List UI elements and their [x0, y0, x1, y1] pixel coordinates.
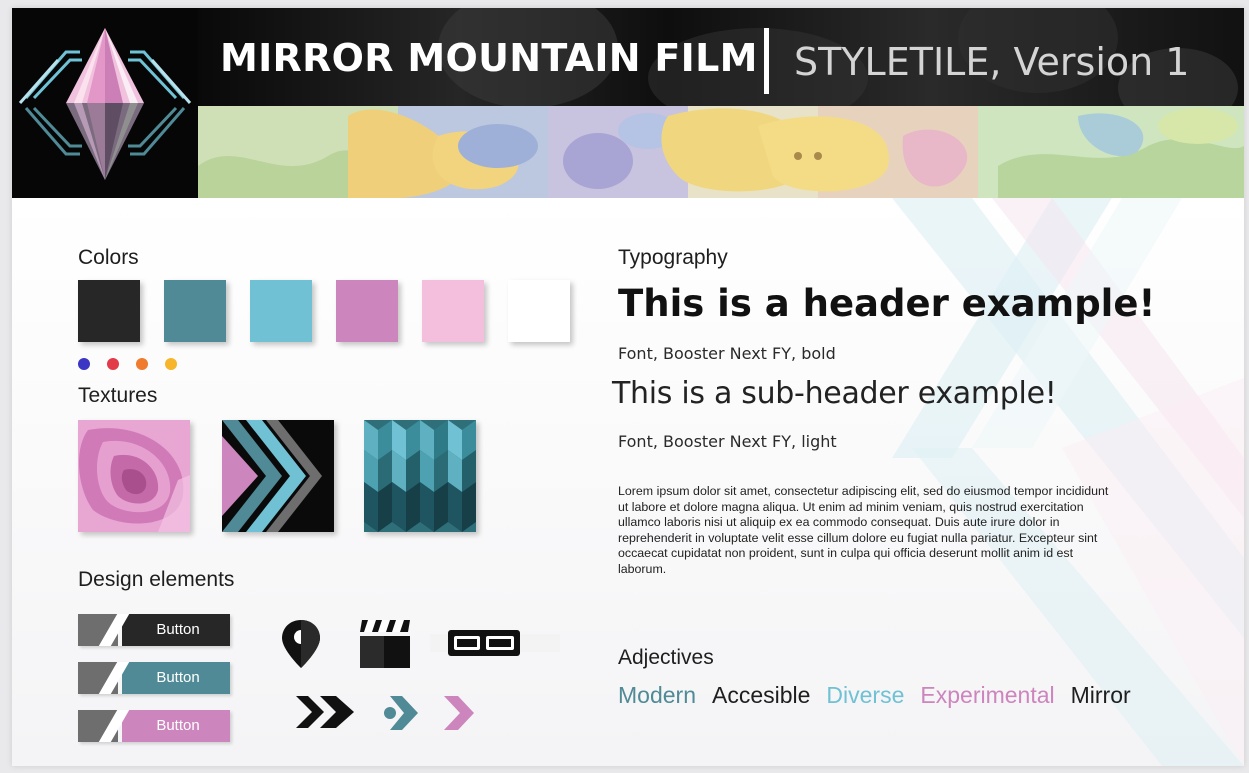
accent-dot: [136, 358, 148, 370]
adjective-word: Modern: [618, 682, 696, 708]
color-swatch: [422, 280, 484, 342]
color-swatch: [164, 280, 226, 342]
adjectives-heading: Adjectives: [618, 646, 714, 669]
button-label: Button: [156, 717, 200, 734]
adjective-word: Experimental: [920, 682, 1055, 708]
button-label: Button: [156, 621, 200, 638]
teal-geometric-texture: [364, 420, 476, 532]
adjective-word: Diverse: [826, 682, 905, 708]
adjective-word: Mirror: [1070, 682, 1131, 708]
location-pin-icon[interactable]: [280, 618, 326, 670]
textures-heading: Textures: [78, 384, 158, 407]
adjective-word: Accesible: [711, 682, 811, 708]
styletile-canvas: MIRROR MOUNTAIN FILM STYLETILE, Version …: [12, 8, 1244, 766]
accent-dot: [107, 358, 119, 370]
pink-chevron-icon[interactable]: [440, 694, 480, 732]
styletile-body: Colors Textures Design elements Button B…: [12, 198, 1244, 766]
accent-dot: [78, 358, 90, 370]
black-chevron-texture: [222, 420, 334, 532]
sample-button[interactable]: Button: [78, 614, 230, 646]
header-divider: [764, 28, 769, 94]
sample-button[interactable]: Button: [78, 662, 230, 694]
accent-dot: [165, 358, 177, 370]
illustration-banner: [198, 106, 1244, 198]
mirror-mountain-logo-icon: [18, 28, 192, 180]
teal-chevron-icon[interactable]: [382, 694, 422, 732]
typography-heading: Typography: [618, 246, 728, 269]
header-example: This is a header example!: [618, 282, 1156, 325]
subheader-font-note: Font, Booster Next FY, light: [618, 432, 837, 451]
sample-button[interactable]: Button: [78, 710, 230, 742]
design-elements-heading: Design elements: [78, 568, 235, 591]
button-label: Button: [156, 669, 200, 686]
styletile-version: STYLETILE, Version 1: [794, 40, 1190, 84]
color-swatch: [78, 280, 140, 342]
color-swatch: [250, 280, 312, 342]
double-chevron-icon[interactable]: [296, 692, 360, 732]
color-swatch: [508, 280, 570, 342]
brand-title: MIRROR MOUNTAIN FILM: [220, 36, 758, 80]
pink-contour-texture: [78, 420, 190, 532]
logo-panel: [12, 8, 198, 198]
subheader-example: This is a sub-header example!: [612, 376, 1057, 411]
color-swatch: [336, 280, 398, 342]
colors-heading: Colors: [78, 246, 139, 269]
header-font-note: Font, Booster Next FY, bold: [618, 344, 836, 363]
film-strip-icon[interactable]: [430, 626, 560, 660]
clapperboard-icon[interactable]: [358, 618, 416, 672]
body-text-sample: Lorem ipsum dolor sit amet, consectetur …: [618, 484, 1109, 576]
